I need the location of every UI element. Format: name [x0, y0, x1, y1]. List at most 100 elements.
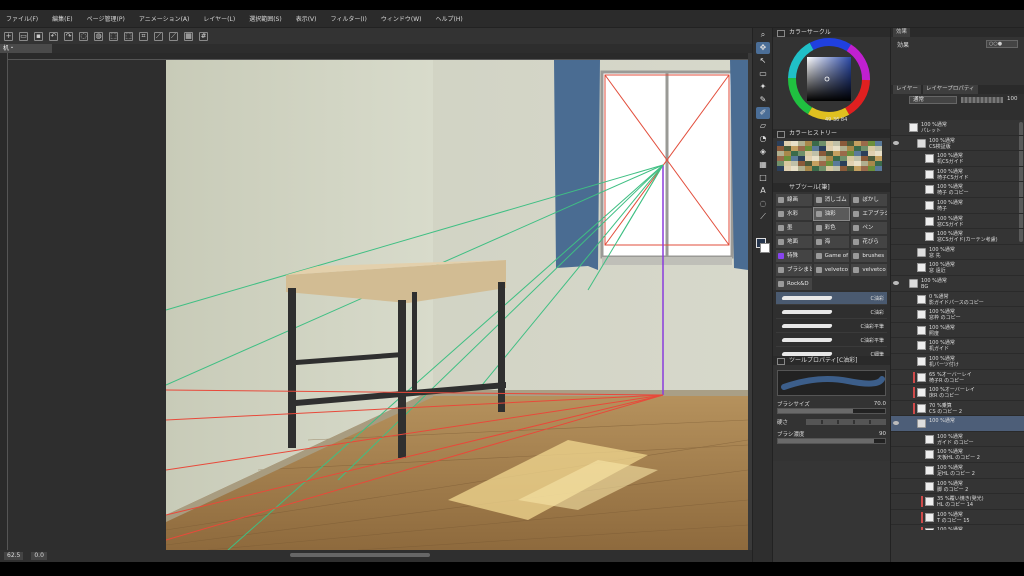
document-tab[interactable]: 机・: [0, 44, 52, 53]
deselect-icon[interactable]: ⬚: [124, 31, 133, 41]
subtool-item[interactable]: 水彩: [776, 208, 812, 220]
save-icon[interactable]: ▪: [34, 31, 43, 41]
layer-row[interactable]: 100 %通常 窓枠 のコピー: [891, 307, 1024, 323]
menu-item[interactable]: レイヤー(L): [203, 14, 235, 23]
menu-item[interactable]: フィルター(I): [331, 14, 367, 23]
brush-preset[interactable]: C油彩: [776, 306, 887, 319]
layer-row[interactable]: 100 %通常 机パーツ付け: [891, 354, 1024, 370]
subtool-item[interactable]: velvetco: [813, 264, 850, 276]
redo-icon[interactable]: ↷: [64, 31, 73, 41]
tab-layer-property[interactable]: レイヤープロパティ: [922, 85, 978, 94]
menu-item[interactable]: 表示(V): [296, 14, 317, 23]
history-swatch[interactable]: [826, 166, 833, 171]
layer-row[interactable]: 100 %通常 窓CSガイド(カーテン考慮): [891, 229, 1024, 245]
new-file-icon[interactable]: +: [4, 31, 13, 41]
subtool-item[interactable]: brushes: [851, 250, 887, 262]
history-swatch[interactable]: [812, 166, 819, 171]
layer-row[interactable]: 100 %通常脚 のコピー 2: [891, 479, 1024, 495]
color-history-grid[interactable]: [777, 141, 886, 171]
color-wheel[interactable]: [773, 37, 891, 129]
density-value[interactable]: 90: [879, 431, 886, 437]
history-swatch[interactable]: [840, 166, 847, 171]
history-swatch[interactable]: [868, 166, 875, 171]
visibility-eye-icon[interactable]: [893, 140, 899, 145]
layer-row[interactable]: 100 %通常 椅子: [891, 198, 1024, 214]
layer-row[interactable]: 65 %オーバーレイ 椅子R のコピー: [891, 370, 1024, 386]
subtool-item[interactable]: 線画: [776, 194, 812, 206]
eyedropper-icon[interactable]: ✎: [756, 94, 770, 106]
history-swatch[interactable]: [847, 166, 854, 171]
opacity-slider[interactable]: [961, 97, 1003, 103]
subtool-item[interactable]: ブラシまと: [776, 264, 812, 276]
subtool-item[interactable]: velvetco: [851, 264, 887, 276]
layer-row[interactable]: 100 %通常 机CSガイド: [891, 151, 1024, 167]
history-swatch[interactable]: [777, 166, 784, 171]
subtool-item[interactable]: ぼかし: [851, 194, 887, 206]
layer-row[interactable]: 100 %通常 パレット: [891, 120, 1024, 136]
layer-row[interactable]: 100 %通常 机ガイド: [891, 338, 1024, 354]
layer-row[interactable]: 70 %乗算 CS のコピー 2: [891, 401, 1024, 417]
visibility-eye-icon[interactable]: [893, 280, 899, 285]
menu-item[interactable]: ファイル(F): [6, 14, 38, 23]
subtool-item[interactable]: 油彩: [812, 207, 851, 221]
history-swatch[interactable]: [791, 166, 798, 171]
subtool-item[interactable]: 彩色: [813, 222, 850, 234]
brush-size-value[interactable]: 70.0: [874, 401, 886, 407]
hardness-slider[interactable]: [806, 419, 886, 425]
layer-row[interactable]: 100 %通常窓 遠近: [891, 260, 1024, 276]
visibility-eye-icon[interactable]: [893, 421, 899, 426]
ruler-snap-icon[interactable]: ⟋: [154, 31, 163, 41]
subtool-item[interactable]: Rock&D: [776, 278, 812, 290]
transform-icon[interactable]: ⬚: [109, 31, 118, 41]
eraser-icon[interactable]: ▱: [756, 120, 770, 132]
layer-row[interactable]: 100 %通常 照度: [891, 323, 1024, 339]
brush-preset[interactable]: C油彩平筆: [776, 320, 887, 333]
subtool-item[interactable]: ペン: [851, 222, 887, 234]
clear-icon[interactable]: ◌: [79, 31, 88, 41]
text-tool-icon[interactable]: A: [756, 185, 770, 197]
layer-row[interactable]: 100 %通常 ガイド のコピー: [891, 432, 1024, 448]
horizontal-scrollbar[interactable]: [290, 553, 430, 557]
zoom-tool-icon[interactable]: ⌕: [756, 29, 770, 41]
brush-preset[interactable]: C油彩平筆: [776, 334, 887, 347]
angle-field[interactable]: 0.0: [31, 552, 47, 560]
subtool-item[interactable]: 地面: [776, 236, 812, 248]
history-swatch[interactable]: [875, 166, 882, 171]
layer-row[interactable]: 35 %覆い焼き(発光) HL のコピー 14: [891, 494, 1024, 510]
history-swatch[interactable]: [819, 166, 826, 171]
opacity-value[interactable]: 100: [1007, 96, 1018, 102]
snap-special-icon[interactable]: ⟋: [169, 31, 178, 41]
menu-item[interactable]: 選択範囲(S): [249, 14, 282, 23]
subtool-item[interactable]: 花びら: [851, 236, 887, 248]
blend-mode-select[interactable]: 通常: [909, 96, 957, 104]
crop-icon[interactable]: ⌗: [139, 31, 148, 41]
tab-effect[interactable]: 効果: [893, 28, 911, 37]
balloon-icon[interactable]: ◌: [756, 198, 770, 210]
history-swatch[interactable]: [861, 166, 868, 171]
layer-row[interactable]: 100 %通常 天板HL のコピー 2: [891, 447, 1024, 464]
snap-grid-icon[interactable]: ▦: [184, 31, 193, 41]
menu-item[interactable]: ヘルプ(H): [435, 14, 462, 23]
gradient-icon[interactable]: ▦: [756, 159, 770, 171]
layer-row[interactable]: 100 %通常窓 先: [891, 245, 1024, 261]
layer-row[interactable]: 100 %通常 足HL のコピー 2: [891, 463, 1024, 479]
grid-icon[interactable]: #: [199, 31, 208, 41]
density-slider[interactable]: [777, 438, 886, 444]
brush-size-slider[interactable]: [777, 408, 886, 414]
selection-tool-icon[interactable]: ▭: [756, 68, 770, 80]
open-file-icon[interactable]: ▭: [19, 31, 28, 41]
fill-tool-icon[interactable]: ◈: [756, 146, 770, 158]
subtool-item[interactable]: 特殊: [776, 250, 812, 262]
subtool-item[interactable]: 海: [813, 236, 850, 248]
history-swatch[interactable]: [805, 166, 812, 171]
brush-preset[interactable]: C油彩: [776, 292, 887, 305]
layer-row[interactable]: 100 %通常T のコピー 16: [891, 525, 1024, 530]
brush-tool-icon[interactable]: ✐: [756, 107, 770, 119]
menu-item[interactable]: アニメーション(A): [139, 14, 190, 23]
layer-row[interactable]: 100 %通常 BG: [891, 276, 1024, 292]
auto-select-icon[interactable]: ✦: [756, 81, 770, 93]
sub-color-swatch[interactable]: [760, 243, 770, 253]
figure-icon[interactable]: □: [756, 172, 770, 184]
history-swatch[interactable]: [854, 166, 861, 171]
menu-item[interactable]: ページ管理(P): [87, 14, 125, 23]
